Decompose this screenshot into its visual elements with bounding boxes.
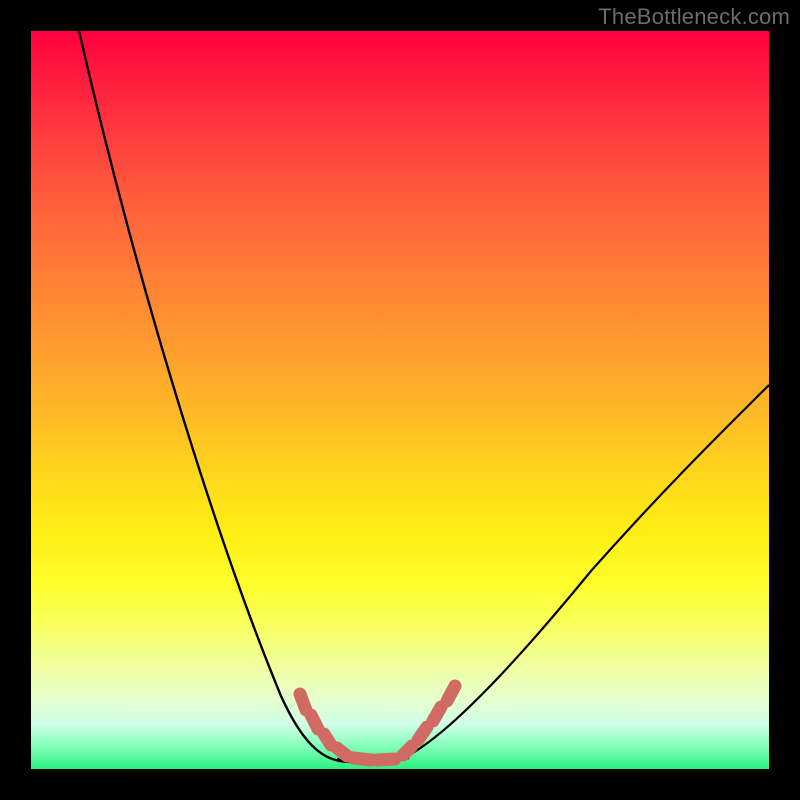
left-marker-3 <box>324 734 331 745</box>
right-marker-3 <box>433 707 441 721</box>
right-marker-2 <box>418 727 427 740</box>
chart-frame: TheBottleneck.com <box>0 0 800 800</box>
chart-curves-svg <box>31 31 769 769</box>
valley-markers <box>300 686 455 760</box>
floor-marker-1 <box>353 758 371 760</box>
right-marker-4 <box>447 686 455 701</box>
floor-marker-2 <box>377 759 395 760</box>
watermark-text: TheBottleneck.com <box>598 4 790 30</box>
right-marker-1 <box>403 746 412 755</box>
left-marker-2 <box>311 715 318 729</box>
left-marker-4 <box>337 748 347 756</box>
left-marker-1 <box>300 694 306 710</box>
left-curve <box>79 31 351 762</box>
